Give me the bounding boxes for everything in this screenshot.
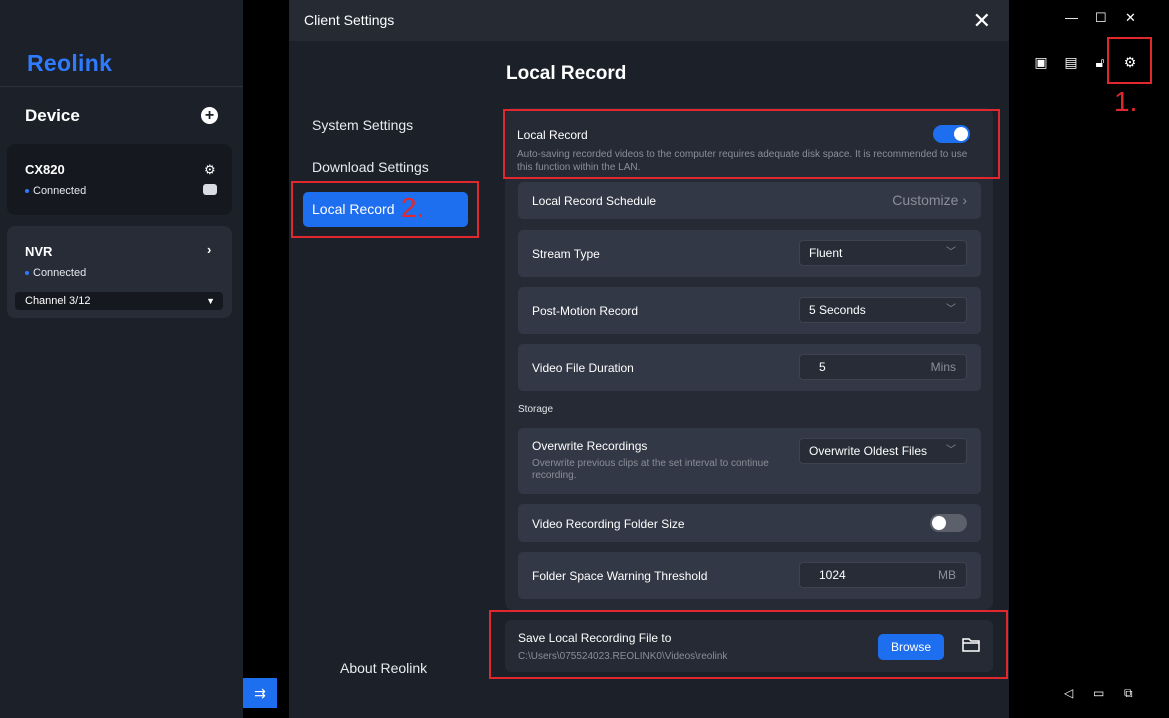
- camera-icon: [203, 184, 217, 195]
- folder-size-label: Video Recording Folder Size: [532, 517, 685, 531]
- folder-size-toggle[interactable]: [930, 514, 967, 532]
- annotation-box-local-record-nav: [291, 181, 479, 238]
- file-duration-input[interactable]: 5 Mins: [799, 354, 967, 380]
- overwrite-label: Overwrite Recordings: [532, 439, 648, 453]
- overwrite-row: Overwrite Recordings Overwrite previous …: [518, 428, 981, 494]
- chevron-right-icon[interactable]: ›: [207, 242, 211, 257]
- device-section-title: Device: [25, 106, 80, 125]
- warning-threshold-value: 1024: [819, 568, 846, 582]
- device-card-cx820[interactable]: CX820 Connected ⚙: [7, 144, 232, 215]
- folder-size-row: Video Recording Folder Size: [518, 504, 981, 542]
- warning-threshold-unit: MB: [938, 568, 956, 582]
- device-status: Connected: [25, 267, 86, 279]
- post-motion-label: Post-Motion Record: [532, 304, 639, 318]
- stream-type-row: Stream Type Fluent ﹀: [518, 230, 981, 277]
- toggle-knob: [932, 516, 946, 530]
- maximize-icon[interactable]: ☐: [1095, 10, 1107, 26]
- chevron-down-icon: ﹀: [946, 304, 956, 315]
- chevron-down-icon: ﹀: [946, 445, 956, 456]
- nav-item-download-settings[interactable]: Download Settings: [303, 150, 468, 185]
- post-motion-value: 5 Seconds: [809, 303, 866, 317]
- page-title: Local Record: [506, 63, 627, 84]
- minimize-icon[interactable]: —: [1065, 10, 1078, 25]
- volume-icon[interactable]: ◁: [1064, 686, 1073, 700]
- chevron-down-icon: ﹀: [946, 247, 956, 258]
- close-window-icon[interactable]: ✕: [1125, 10, 1136, 26]
- annotation-step-2: 2.: [401, 192, 425, 223]
- stream-type-label: Stream Type: [532, 247, 600, 261]
- file-duration-label: Video File Duration: [532, 361, 634, 375]
- device-name: NVR: [25, 244, 53, 259]
- device-settings-gear-icon[interactable]: ⚙: [204, 162, 216, 178]
- stream-type-value: Fluent: [809, 246, 843, 260]
- local-record-panel: Local Record Auto-saving recorded videos…: [505, 108, 993, 610]
- storage-section-label: Storage: [518, 404, 554, 415]
- add-device-icon[interactable]: +: [201, 107, 218, 124]
- file-duration-unit: Mins: [930, 360, 956, 374]
- device-name: CX820: [25, 162, 65, 177]
- single-view-icon[interactable]: ▭: [1093, 686, 1104, 700]
- stream-type-select[interactable]: Fluent ﹀: [799, 240, 967, 266]
- overwrite-select[interactable]: Overwrite Oldest Files ﹀: [799, 438, 967, 464]
- customize-text: Customize: [892, 192, 959, 208]
- dialog-title: Client Settings: [304, 12, 395, 28]
- warning-threshold-row: Folder Space Warning Threshold 1024 MB: [518, 552, 981, 599]
- post-motion-row: Post-Motion Record 5 Seconds ﹀: [518, 287, 981, 334]
- settings-nav: System Settings Download Settings Local …: [289, 41, 488, 718]
- app-window: Reolink Device + CX820 Connected ⚙ NVR C…: [0, 0, 1169, 718]
- message-icon[interactable]: ▤: [1063, 54, 1079, 70]
- reolink-logo: Reolink: [27, 50, 113, 76]
- warning-threshold-input[interactable]: 1024 MB: [799, 562, 967, 588]
- channel-select[interactable]: Channel 3/12 ▼: [15, 292, 223, 310]
- fullscreen-icon[interactable]: ⧉: [1124, 686, 1133, 701]
- nav-item-system-settings[interactable]: System Settings: [303, 108, 468, 143]
- annotation-box-local-record-toggle: [503, 109, 1000, 179]
- channel-select-value: Channel 3/12: [25, 295, 91, 307]
- status-dot-icon: [25, 189, 29, 194]
- app-sidebar: Reolink Device + CX820 Connected ⚙ NVR C…: [0, 0, 243, 718]
- device-status-text: Connected: [33, 267, 87, 279]
- post-motion-select[interactable]: 5 Seconds ﹀: [799, 297, 967, 323]
- lock-icon[interactable]: 🔓︎: [1092, 54, 1108, 70]
- device-status-text: Connected: [33, 185, 87, 197]
- record-list-button[interactable]: ⇉: [243, 678, 277, 708]
- file-duration-value: 5: [819, 360, 826, 374]
- nav-item-about[interactable]: About Reolink: [340, 660, 427, 676]
- sidebar-divider: [0, 86, 243, 87]
- overwrite-value: Overwrite Oldest Files: [809, 444, 928, 458]
- warning-threshold-label: Folder Space Warning Threshold: [532, 569, 708, 583]
- device-status: Connected: [25, 185, 86, 197]
- dialog-header: Client Settings ✕: [289, 0, 1009, 41]
- customize-link[interactable]: Customize ›: [892, 192, 967, 208]
- chevron-right-icon: ›: [962, 192, 967, 208]
- device-card-nvr[interactable]: NVR Connected › Channel 3/12 ▼: [7, 226, 232, 318]
- file-duration-row: Video File Duration 5 Mins: [518, 344, 981, 391]
- status-dot-icon: [25, 271, 29, 276]
- translate-icon[interactable]: ▣: [1033, 54, 1049, 70]
- annotation-box-settings: [1107, 37, 1152, 84]
- annotation-box-save-location: [489, 610, 1008, 679]
- schedule-label: Local Record Schedule: [532, 194, 657, 208]
- caret-down-icon: ▼: [206, 296, 215, 306]
- overwrite-description: Overwrite previous clips at the set inte…: [532, 458, 769, 481]
- close-dialog-icon[interactable]: ✕: [973, 8, 991, 34]
- schedule-row[interactable]: Local Record Schedule Customize ›: [518, 182, 981, 219]
- annotation-step-1: 1.: [1114, 86, 1138, 117]
